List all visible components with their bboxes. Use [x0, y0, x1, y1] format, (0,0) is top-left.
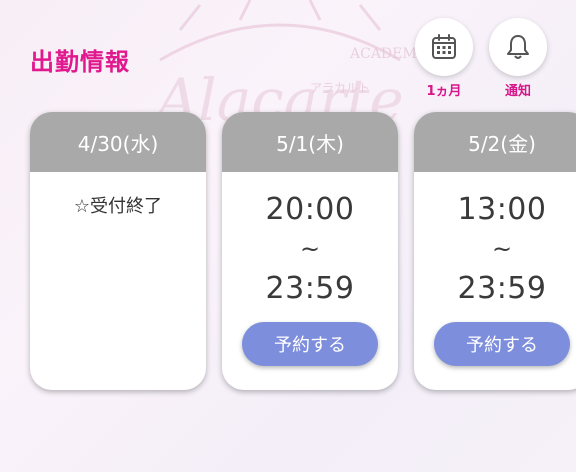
notification-button[interactable]: [489, 18, 547, 76]
day-card-1: 4/30(水) ☆受付終了: [30, 112, 206, 390]
page-title: 出勤情報: [30, 48, 130, 76]
end-time: 23:59: [457, 271, 547, 306]
time-separator: ~: [491, 235, 513, 263]
notification-label: 通知: [504, 84, 531, 99]
card-date: 5/2(金): [414, 112, 576, 172]
card-date: 4/30(水): [30, 112, 206, 172]
day-card-3: 5/2(金) 13:00 ~ 23:59 予約する: [414, 112, 576, 390]
watermark-kana: アラカルト: [310, 81, 370, 95]
time-separator: ~: [299, 235, 321, 263]
end-time: 23:59: [265, 271, 355, 306]
calendar-button[interactable]: [415, 18, 473, 76]
calendar-label: 1ヵ月: [426, 84, 462, 99]
reception-closed-text: ☆受付終了: [73, 196, 163, 217]
start-time: 13:00: [457, 192, 547, 227]
reserve-button[interactable]: 予約する: [434, 322, 570, 366]
reserve-button[interactable]: 予約する: [242, 322, 378, 366]
calendar-icon: [432, 34, 456, 59]
card-date: 5/1(木): [222, 112, 398, 172]
start-time: 20:00: [265, 192, 355, 227]
bell-icon: [507, 35, 529, 59]
day-card-2: 5/1(木) 20:00 ~ 23:59 予約する: [222, 112, 398, 390]
